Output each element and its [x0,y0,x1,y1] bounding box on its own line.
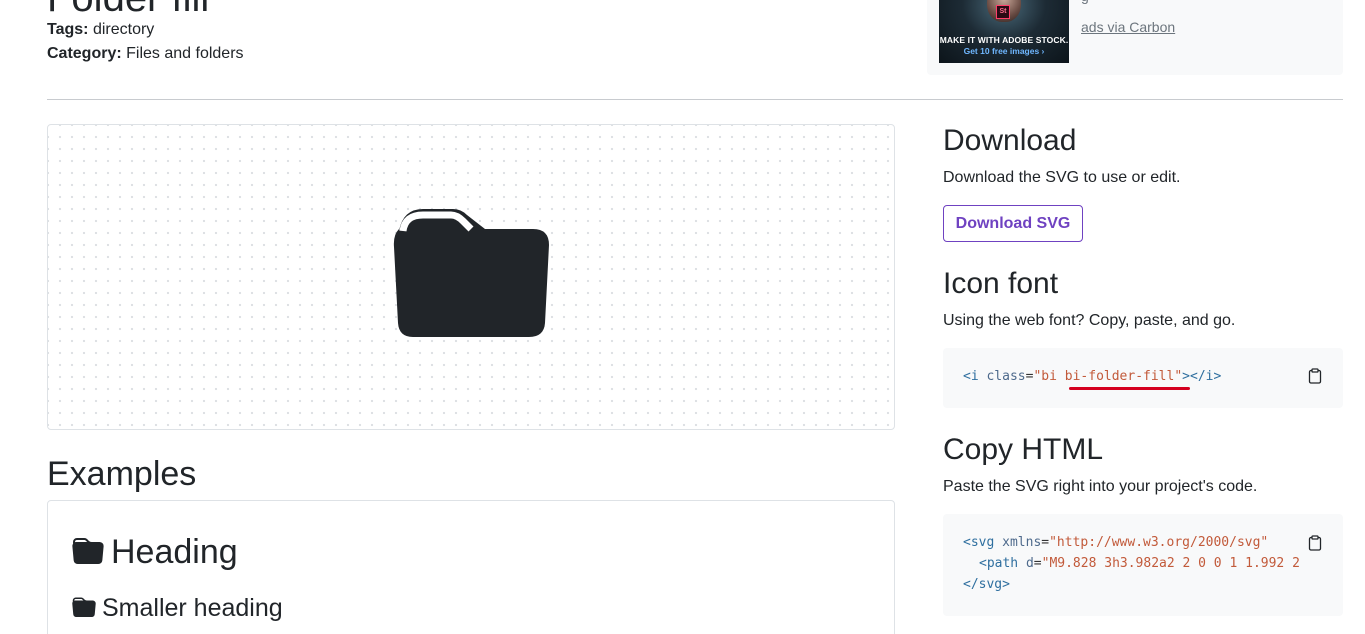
copy-html-code-block[interactable]: <svg xmlns="http://www.w3.org/2000/svg" … [943,514,1343,616]
code-tag: <path [979,556,1019,571]
code-close-tag: ></i> [1182,369,1222,384]
tags-row: Tags: directory [47,20,154,40]
adobe-stock-logo-icon: St [996,5,1010,19]
ad-text-partial[interactable]: g [1081,0,1089,4]
page-title: Folder fill [47,0,209,18]
code-value: "http://www.w3.org/2000/svg" [1049,535,1269,550]
examples-heading: Examples [47,455,197,493]
code-line-2: <path d="M9.828 3h3.982a2 2 0 0 1 1.992 … [979,556,1323,571]
clipboard-icon[interactable] [1307,368,1323,384]
folder-fill-icon [393,209,549,337]
folder-fill-icon [72,597,96,617]
folder-fill-icon [72,538,104,564]
icon-font-code-line: <i class="bi bi-folder-fill"></i> [963,369,1221,384]
code-attr: xmlns [1002,535,1042,550]
ad-image-headline: MAKE IT WITH ADOBE STOCK. [939,35,1069,45]
code-tag: <svg [963,535,995,550]
code-value-highlight: bi-folder-fill [1064,369,1175,384]
code-attr: class [986,369,1026,384]
copy-html-description: Paste the SVG right into your project's … [943,478,1258,495]
highlight-underline [1069,387,1190,390]
tags-label: Tags: [47,21,89,38]
code-line-1: <svg xmlns="http://www.w3.org/2000/svg" [963,535,1268,550]
carbon-ad: St MAKE IT WITH ADOBE STOCK. Get 10 free… [927,0,1343,75]
category-label: Category: [47,45,122,62]
category-row: Category: Files and folders [47,44,244,64]
ad-image-cta: Get 10 free images › [963,46,1045,56]
ads-via-carbon-link[interactable]: ads via Carbon [1081,19,1175,35]
code-value-suffix: " [1174,369,1183,384]
clipboard-icon[interactable] [1307,535,1323,551]
download-description: Download the SVG to use or edit. [943,169,1181,186]
category-value: Files and folders [126,45,244,62]
code-eq: = [1041,535,1050,550]
code-close-tag: </svg> [963,577,1010,592]
code-value: "M9.828 3h3.982a2 2 0 0 1 1.992 2 [1041,556,1300,571]
icon-font-code-block[interactable]: <i class="bi bi-folder-fill"></i> [943,348,1343,408]
download-svg-button[interactable]: Download SVG [943,205,1083,242]
icon-font-description: Using the web font? Copy, paste, and go. [943,312,1236,329]
copy-html-heading: Copy HTML [943,433,1104,466]
code-value-prefix: "bi [1033,369,1065,384]
example-heading: Heading [72,532,238,572]
download-heading: Download [943,124,1077,157]
examples-box: Heading Smaller heading [47,500,895,634]
example-smaller-heading-text: Smaller heading [102,594,283,622]
example-heading-text: Heading [111,533,238,571]
ad-image[interactable]: St MAKE IT WITH ADOBE STOCK. Get 10 free… [939,0,1069,63]
example-smaller-heading: Smaller heading [72,593,283,623]
tags-value: directory [92,21,155,38]
divider [47,99,1343,100]
code-tag: <i [963,369,979,384]
code-attr: d [1025,556,1034,571]
code-line-3: </svg> [963,577,1010,592]
code-eq: = [1033,556,1042,571]
icon-font-heading: Icon font [943,267,1059,300]
icon-preview [47,124,895,430]
